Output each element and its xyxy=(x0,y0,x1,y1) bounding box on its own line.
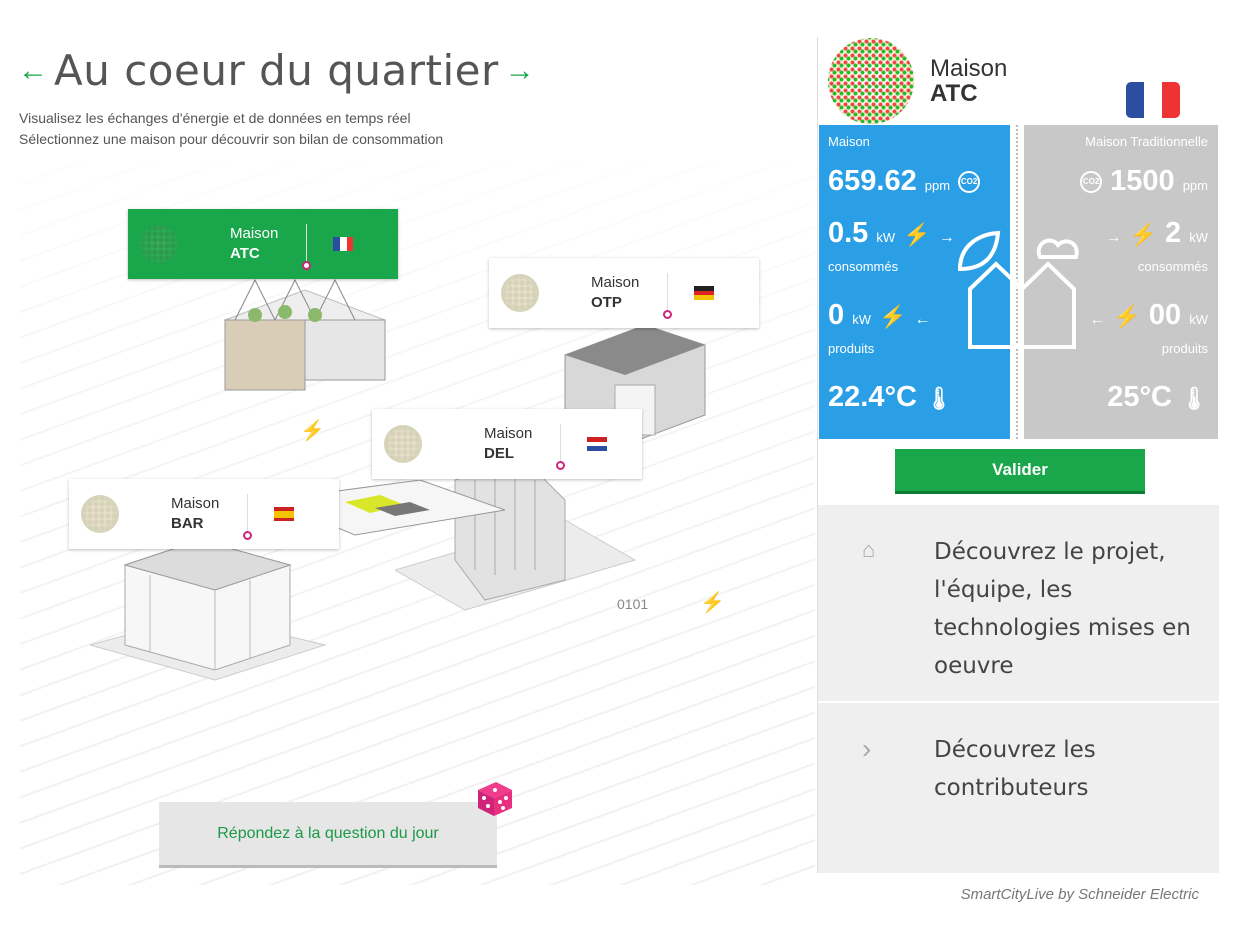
house-logo-atc xyxy=(140,225,178,263)
produced-label: produits xyxy=(828,341,875,356)
app-root: ← Au coeur du quartier → Visualisez les … xyxy=(0,0,1241,941)
flag-france-icon xyxy=(333,237,354,251)
question-of-the-day-button[interactable]: Répondez à la question du jour xyxy=(159,802,497,868)
co2-value: CO2 1500 ppm xyxy=(1080,165,1208,198)
house-card-name: ATC xyxy=(230,245,260,262)
flag-spain-icon xyxy=(274,507,295,521)
panel-title-name: ATC xyxy=(930,80,978,107)
card-separator xyxy=(243,494,253,540)
flag-netherlands-icon xyxy=(587,437,608,452)
produced-value: ← ⚡ 00 kW xyxy=(1089,299,1208,331)
energy-bolt-icon: ⚡ xyxy=(700,592,725,614)
house-card-name: OTP xyxy=(591,294,622,311)
house-card-text: Maison ATC xyxy=(230,224,278,264)
temperature-value: 25°C 🌡 xyxy=(1107,381,1208,413)
location-dot-icon xyxy=(243,531,253,540)
thermometer-icon: 🌡 xyxy=(1180,386,1208,411)
house-card-label: Maison xyxy=(484,425,533,442)
house-card-label: Maison xyxy=(171,495,220,512)
arrow-left-icon[interactable]: ← xyxy=(18,55,48,86)
thermometer-icon: 🌡 xyxy=(925,386,953,411)
energy-bolt-icon: ⚡ xyxy=(300,420,325,442)
column-header: Maison Traditionnelle xyxy=(1085,134,1208,149)
house-logo-del xyxy=(384,425,422,463)
flag-germany-icon xyxy=(694,286,715,301)
house-logo-otp xyxy=(501,274,539,312)
card-separator xyxy=(663,273,673,319)
subtitle-line-2: Sélectionnez une maison pour découvrir s… xyxy=(19,131,444,147)
flag-france-icon xyxy=(1126,82,1180,118)
house-card-label: Maison xyxy=(230,225,279,242)
column-header: Maison xyxy=(828,134,870,149)
bolt-icon: ⚡ xyxy=(903,222,931,247)
comparison-stats: Maison 659.62 ppm CO2 0.5 kW ⚡ → consomm… xyxy=(818,125,1219,439)
data-exchange-label: 0101 xyxy=(617,596,649,612)
house-card-name: BAR xyxy=(171,515,204,532)
bolt-icon: ⚡ xyxy=(1129,222,1157,247)
consumed-label: consommés xyxy=(828,259,899,274)
house-card-del[interactable]: Maison DEL xyxy=(372,409,642,479)
temperature-value: 22.4°C 🌡 xyxy=(828,381,953,413)
house-card-name: DEL xyxy=(484,445,514,462)
location-dot-icon xyxy=(663,310,673,319)
discover-contributors-link[interactable]: › Découvrez les contributeurs xyxy=(818,705,1219,873)
discover-project-text: Découvrez le projet, l'équipe, les techn… xyxy=(934,539,1191,679)
house-card-text: Maison DEL xyxy=(484,424,532,464)
building-bar-illustration[interactable] xyxy=(90,535,330,690)
header: ← Au coeur du quartier → xyxy=(18,46,535,95)
house-logo-atc-large xyxy=(828,38,914,124)
consumed-value: → ⚡ 2 kW xyxy=(1105,217,1208,249)
card-separator xyxy=(302,224,312,270)
house-card-atc[interactable]: Maison ATC xyxy=(128,209,398,279)
subtitle-line-1: Visualisez les échanges d'énergie et de … xyxy=(19,110,411,126)
house-card-label: Maison xyxy=(591,274,640,291)
consumed-label: consommés xyxy=(1137,259,1208,274)
house-detail-panel: Maison ATC Maison 659.62 ppm CO2 0.5 kW … xyxy=(817,37,1219,873)
location-dot-icon xyxy=(302,261,312,270)
discover-contributors-text: Découvrez les contributeurs xyxy=(934,737,1096,801)
subtitle: Visualisez les échanges d'énergie et de … xyxy=(19,108,443,150)
location-dot-icon xyxy=(556,461,566,470)
neighborhood-scene: ⚡ ⚡ 0101 Maison ATC Maison OTP Maison DE… xyxy=(20,160,815,885)
panel-header: Maison ATC xyxy=(818,37,1218,125)
produced-label: produits xyxy=(1161,341,1208,356)
house-card-bar[interactable]: Maison BAR xyxy=(69,479,339,549)
consumed-value: 0.5 kW ⚡ → xyxy=(828,217,955,249)
card-separator xyxy=(556,424,566,470)
valider-button[interactable]: Valider xyxy=(895,449,1145,494)
house-card-text: Maison OTP xyxy=(591,273,639,313)
house-comparison-icon xyxy=(957,230,1079,349)
bolt-icon: ⚡ xyxy=(1113,304,1141,329)
house-card-text: Maison BAR xyxy=(171,494,219,534)
house-card-otp[interactable]: Maison OTP xyxy=(489,258,759,328)
produced-value: 0 kW ⚡ ← xyxy=(828,299,931,331)
building-atc-illustration[interactable] xyxy=(215,270,395,400)
footer-credit: SmartCityLive by Schneider Electric xyxy=(960,886,1199,903)
arrow-right-icon[interactable]: → xyxy=(505,55,535,86)
arrow-left-icon: ← xyxy=(914,311,931,328)
arrow-right-icon: → xyxy=(1105,229,1122,246)
info-section: ⌂ Découvrez le projet, l'équipe, les tec… xyxy=(818,505,1219,873)
discover-project-link[interactable]: ⌂ Découvrez le projet, l'équipe, les tec… xyxy=(818,505,1219,703)
co2-icon: CO2 xyxy=(1080,171,1103,194)
panel-title: Maison ATC xyxy=(930,56,1007,106)
co2-icon: CO2 xyxy=(958,171,981,194)
arrow-left-icon: ← xyxy=(1089,311,1106,328)
dice-icon[interactable] xyxy=(474,778,516,818)
arrow-right-icon: → xyxy=(938,229,955,246)
bolt-icon: ⚡ xyxy=(879,304,907,329)
house-logo-bar xyxy=(81,495,119,533)
house-leaf-icon: ⌂ xyxy=(862,537,876,562)
chevron-right-icon: › xyxy=(862,733,872,764)
co2-value: 659.62 ppm CO2 xyxy=(828,165,981,198)
panel-title-label: Maison xyxy=(930,55,1008,82)
page-title: Au coeur du quartier xyxy=(54,46,499,95)
